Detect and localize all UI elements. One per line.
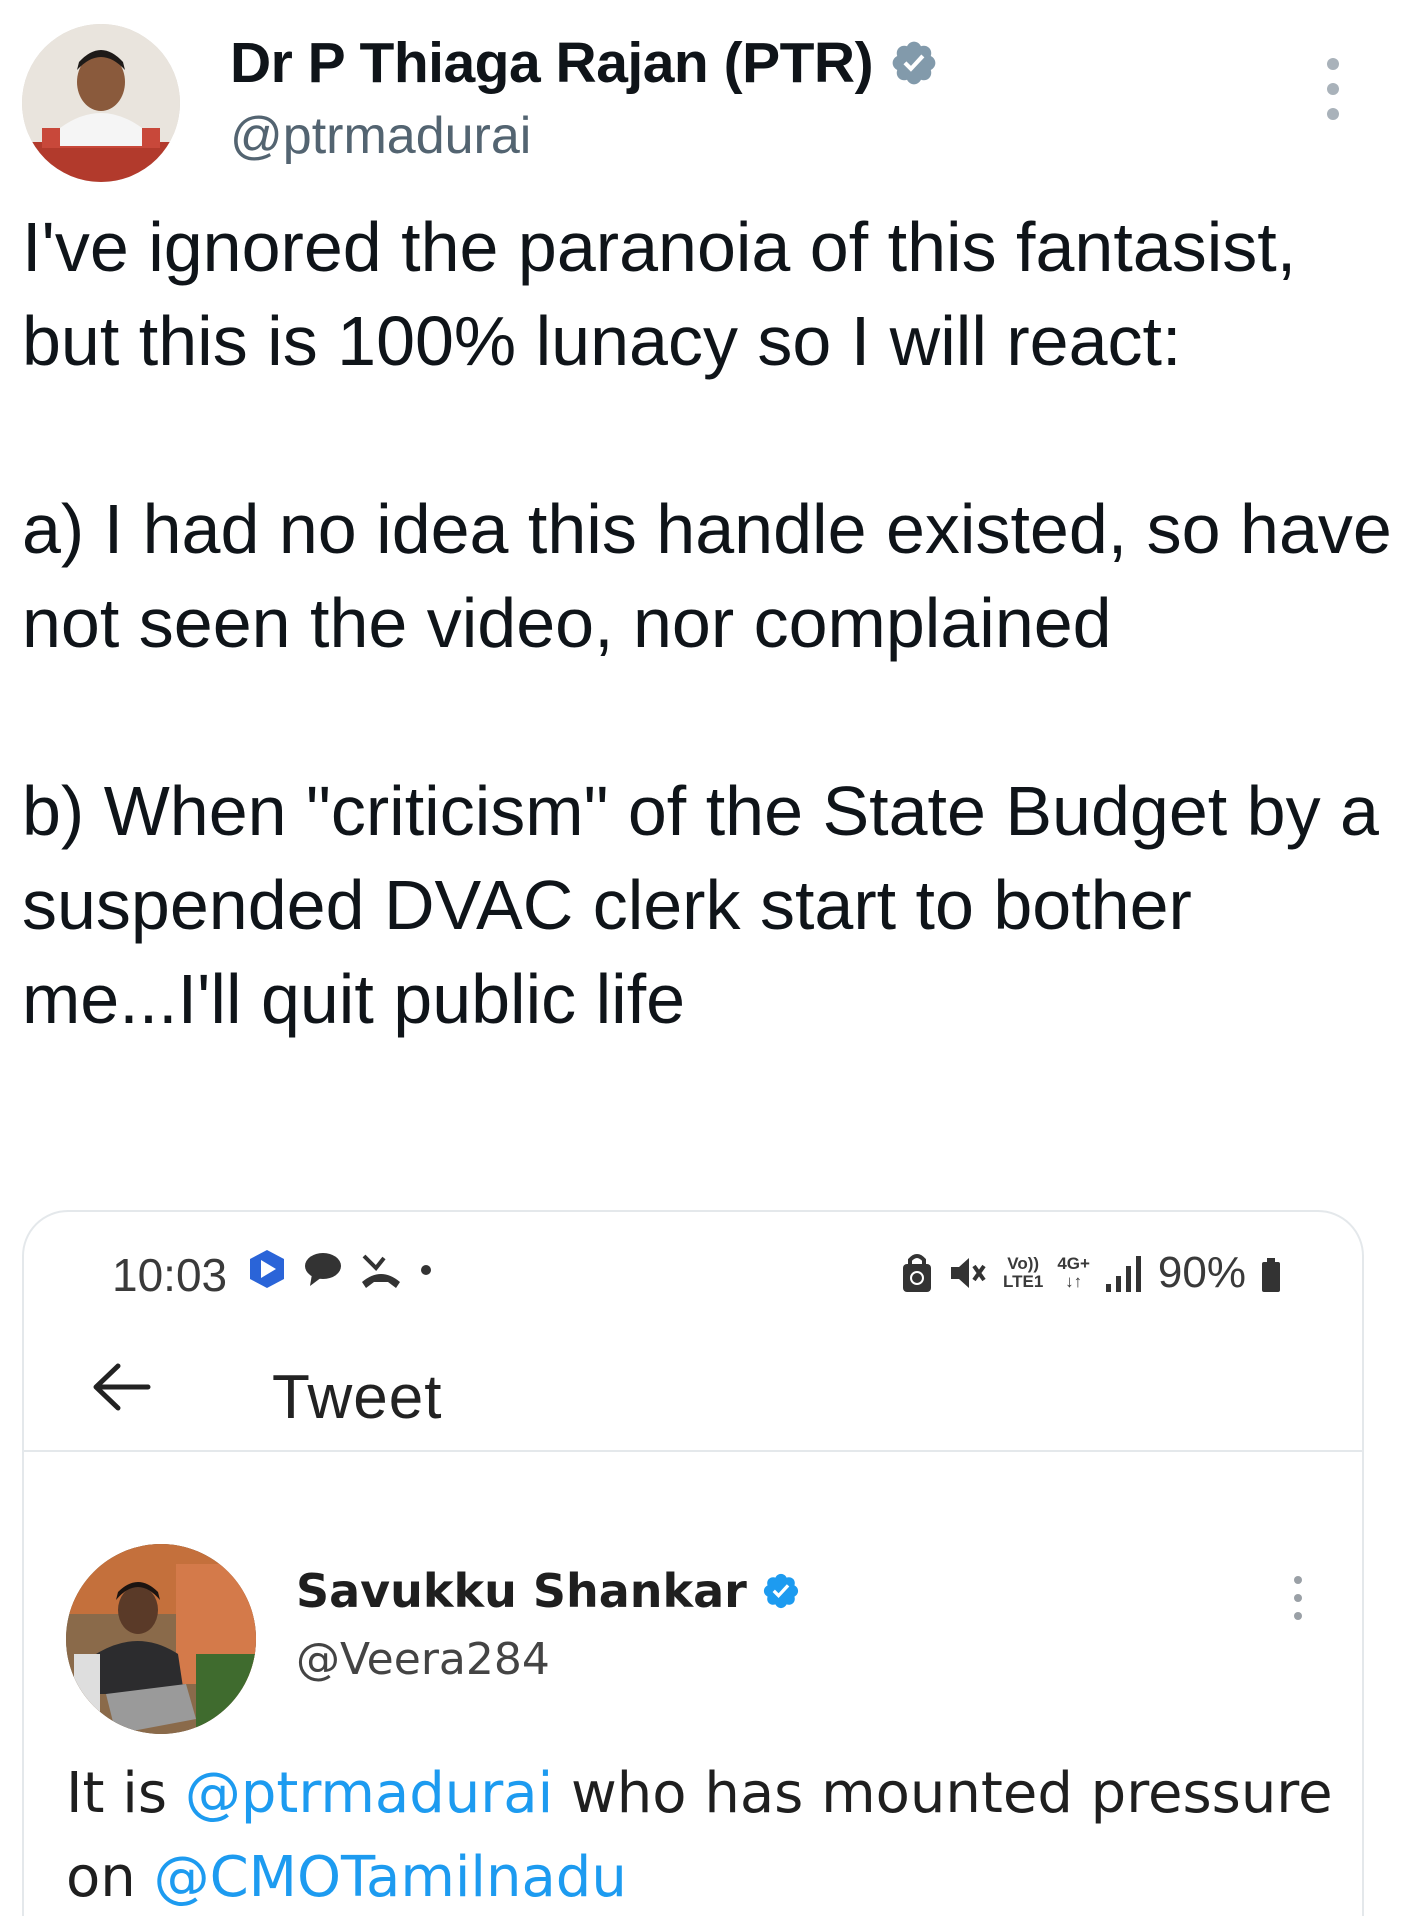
author-display-name[interactable]: Dr P Thiaga Rajan (PTR)	[230, 30, 874, 96]
author-handle[interactable]: @ptrmadurai	[230, 106, 531, 166]
more-dot	[1294, 1576, 1302, 1584]
more-notifications-dot-icon	[421, 1265, 431, 1275]
app-bar-title: Tweet	[272, 1363, 443, 1432]
app-notification-icon	[250, 1250, 284, 1288]
quoted-author-handle[interactable]: @Veera284	[296, 1634, 550, 1685]
mention-link-cmotamilnadu[interactable]: @CMOTamilnadu	[154, 1845, 627, 1910]
more-dot	[1327, 108, 1339, 120]
quoted-more-options-icon[interactable]	[1288, 1576, 1308, 1620]
volte-label: Vo))	[1007, 1254, 1040, 1273]
chat-bubble-icon	[305, 1253, 341, 1286]
more-dot	[1294, 1612, 1302, 1620]
phone-status-bar: 10:03 Vo)) LTE1 4G+ ↓↑ 90%	[24, 1212, 1362, 1322]
status-time: 10:03	[112, 1249, 228, 1301]
network-type-indicator: 4G+ ↓↑	[1057, 1255, 1090, 1291]
embedded-screenshot-card[interactable]: 10:03 Vo)) LTE1 4G+ ↓↑ 90% Tweet Savukku…	[22, 1210, 1364, 1916]
more-dot	[1294, 1594, 1302, 1602]
more-options-icon[interactable]	[1318, 58, 1348, 120]
data-arrows-icon: ↓↑	[1065, 1272, 1083, 1291]
mention-link-ptrmadurai[interactable]: @ptrmadurai	[185, 1761, 553, 1826]
status-notification-icons	[246, 1248, 434, 1290]
tweet-paragraph-3: b) When "criticism" of the State Budget …	[22, 772, 1379, 1038]
verified-badge-icon	[763, 1573, 798, 1609]
mute-icon	[951, 1258, 986, 1288]
tweet-paragraph-2: a) I had no idea this handle existed, so…	[22, 490, 1392, 662]
status-system-icons: Vo)) LTE1 4G+ ↓↑ 90%	[901, 1248, 1282, 1298]
quoted-author-name[interactable]: Savukku Shankar	[296, 1564, 747, 1618]
quoted-author-name-row: Savukku Shankar	[296, 1564, 801, 1618]
battery-icon	[1262, 1258, 1280, 1292]
more-dot	[1327, 83, 1339, 95]
volte-indicator: Vo)) LTE1	[1003, 1255, 1043, 1291]
quoted-text-segment: It is	[66, 1761, 185, 1826]
tweet-paragraph-1: I've ignored the paranoia of this fantas…	[22, 208, 1297, 380]
verified-badge-icon	[892, 41, 936, 85]
tweet-body: I've ignored the paranoia of this fantas…	[22, 200, 1392, 1046]
author-avatar[interactable]	[22, 24, 180, 182]
lte-label: LTE1	[1003, 1272, 1044, 1291]
network-type-label: 4G+	[1057, 1254, 1090, 1273]
quoted-tweet-body: It is @ptrmadurai who has mounted pressu…	[66, 1752, 1346, 1916]
battery-percentage: 90%	[1157, 1248, 1246, 1297]
author-name-row: Dr P Thiaga Rajan (PTR)	[230, 30, 939, 96]
lock-recycle-icon	[903, 1254, 931, 1292]
signal-strength-icon	[1105, 1256, 1141, 1292]
more-dot	[1327, 58, 1339, 70]
app-bar: Tweet	[24, 1322, 1362, 1452]
missed-call-icon	[362, 1254, 400, 1288]
tweet-page: Dr P Thiaga Rajan (PTR) @ptrmadurai I've…	[0, 0, 1413, 1916]
quoted-author-avatar[interactable]	[66, 1544, 256, 1734]
back-arrow-icon[interactable]	[86, 1352, 156, 1422]
